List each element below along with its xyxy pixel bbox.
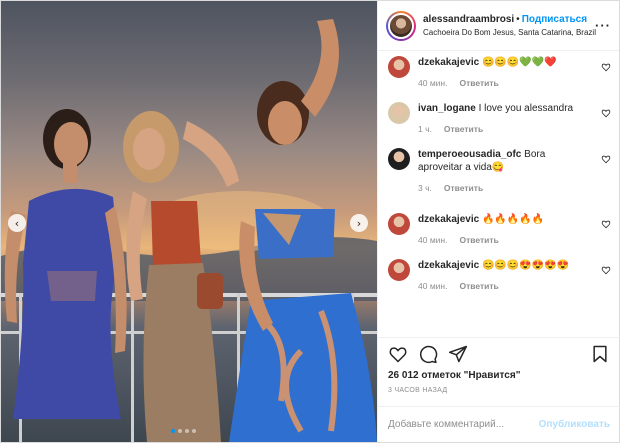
comment-item: temperoeousadia_ofc Bora aproveitar a vi… (388, 148, 611, 193)
next-glyph: › (356, 216, 362, 230)
carousel-indicator (171, 429, 196, 433)
likes-count[interactable]: 26 012 отметок "Нравится" (388, 370, 520, 381)
reply-button[interactable]: Ответить (459, 281, 498, 291)
carousel-dot (192, 429, 196, 433)
reply-button[interactable]: Ответить (459, 78, 498, 88)
post-header: alessandraambrosi • Подписаться Cachoeira … (378, 1, 619, 51)
comments-list: dzekakajevic 😊😊😊💚💚❤️ 40 мин. Ответить ivan_… (378, 51, 619, 337)
prev-glyph: ‹ (14, 216, 20, 230)
comment-text: 😊😊😊😍😍😍😍 (481, 260, 570, 271)
post-dialog: ‹ › alessandraambrosi • Подписаться Cachoe… (0, 0, 620, 443)
publish-button[interactable]: Опубликовать (539, 419, 610, 430)
photo-scene (1, 19, 377, 442)
author-avatar[interactable] (386, 10, 416, 41)
share-icon[interactable] (448, 344, 468, 364)
author-username[interactable]: alessandraambrosi (423, 14, 514, 25)
carousel-dot (178, 429, 182, 433)
bookmark-icon[interactable] (590, 344, 610, 364)
comment-avatar[interactable] (388, 259, 410, 281)
heart-icon[interactable] (601, 154, 611, 164)
chevron-right-icon[interactable]: › (350, 214, 368, 232)
post-photo[interactable]: ‹ › (1, 1, 377, 442)
reply-button[interactable]: Ответить (444, 124, 483, 134)
more-horizontal-icon[interactable]: ··· (595, 18, 611, 33)
heart-icon[interactable] (601, 219, 611, 229)
post-side-panel: alessandraambrosi • Подписаться Cachoeira … (377, 1, 620, 442)
comment-input[interactable] (388, 419, 539, 430)
action-bar (378, 337, 620, 369)
comment-username[interactable]: dzekakajevic (418, 57, 479, 68)
comment-avatar[interactable] (388, 148, 410, 170)
comment-age[interactable]: 1 ч. (418, 124, 432, 134)
comment-age[interactable]: 3 ч. (418, 183, 432, 193)
comment-username[interactable]: dzekakajevic (418, 214, 479, 225)
reply-button[interactable]: Ответить (459, 235, 498, 245)
comment-username[interactable]: dzekakajevic (418, 260, 479, 271)
comment-text: 😊😊😊💚💚❤️ (481, 57, 557, 68)
post-location[interactable]: Cachoeira Do Bom Jesus, Santa Catarina, … (423, 28, 596, 37)
comment-icon[interactable] (418, 344, 438, 364)
carousel-dot (171, 429, 175, 433)
heart-icon[interactable] (601, 108, 611, 118)
post-timestamp[interactable]: 3 ЧАСОВ НАЗАД (388, 387, 447, 394)
comment-age[interactable]: 40 мин. (418, 78, 447, 88)
chevron-left-icon[interactable]: ‹ (8, 214, 26, 232)
comment-item: dzekakajevic 😊😊😊😍😍😍😍 40 мин. Ответить (388, 259, 611, 291)
comment-avatar[interactable] (388, 102, 410, 124)
comment-avatar[interactable] (388, 213, 410, 235)
heart-icon[interactable] (601, 62, 611, 72)
comment-item: dzekakajevic 😊😊😊💚💚❤️ 40 мин. Ответить (388, 56, 611, 88)
comment-age[interactable]: 40 мин. (418, 235, 447, 245)
heart-icon[interactable] (388, 344, 408, 364)
heart-icon[interactable] (601, 265, 611, 275)
add-comment-bar: Опубликовать (378, 406, 620, 442)
comment-text: I love you alessandra (478, 103, 574, 114)
comment-age[interactable]: 40 мин. (418, 281, 447, 291)
comment-item: dzekakajevic 🔥🔥🔥🔥🔥 40 мин. Ответить (388, 213, 611, 245)
reply-button[interactable]: Ответить (444, 183, 483, 193)
carousel-dot (185, 429, 189, 433)
comment-avatar[interactable] (388, 56, 410, 78)
comment-username[interactable]: ivan_logane (418, 103, 476, 114)
header-separator: • (516, 14, 520, 25)
comment-username[interactable]: temperoeousadia_ofc (418, 149, 521, 160)
follow-button[interactable]: Подписаться (522, 14, 587, 25)
comment-item: ivan_logane I love you alessandra 1 ч. Отв… (388, 102, 611, 134)
comment-text: 🔥🔥🔥🔥🔥 (481, 214, 545, 225)
